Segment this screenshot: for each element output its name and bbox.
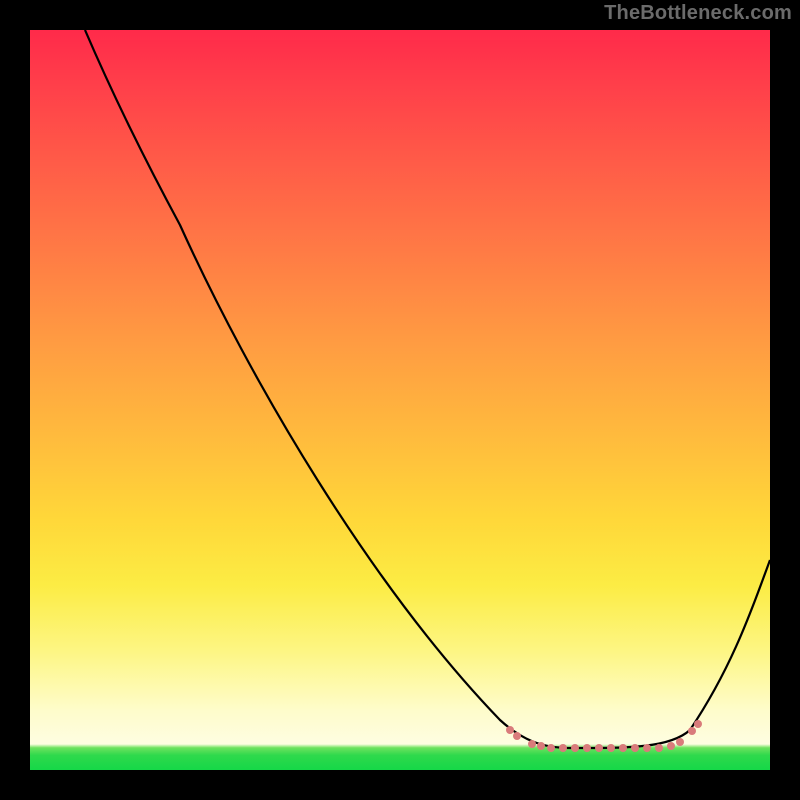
chart-frame: TheBottleneck.com <box>0 0 800 800</box>
bottleneck-curve <box>30 30 770 770</box>
plot-area <box>30 30 770 770</box>
curve-path <box>85 30 770 748</box>
watermark-text: TheBottleneck.com <box>604 2 792 25</box>
